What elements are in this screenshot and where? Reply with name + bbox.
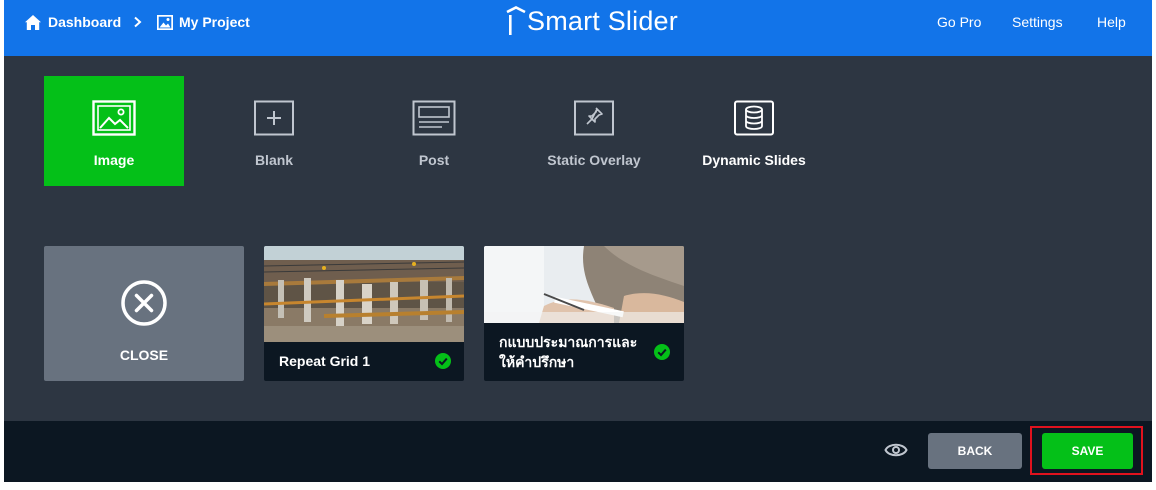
nav-help[interactable]: Help (1097, 12, 1126, 32)
logo-text: Smart Slider (527, 5, 678, 36)
save-button[interactable]: SAVE (1042, 433, 1133, 469)
slide-thumbnail (484, 246, 684, 323)
footer-bar: BACK SAVE (4, 421, 1152, 482)
breadcrumb-project[interactable]: My Project (157, 12, 250, 32)
slide-card-consulting[interactable]: กแบบประมาณการและให้คำปรึกษา (484, 246, 684, 381)
tab-post-label: Post (418, 152, 450, 168)
pin-icon (574, 100, 614, 136)
tab-dynamic-slides[interactable]: Dynamic Slides (684, 76, 824, 186)
slide-thumbnail (264, 246, 464, 342)
tab-static-overlay[interactable]: Static Overlay (524, 76, 664, 186)
breadcrumb-dashboard[interactable]: Dashboard (24, 12, 121, 32)
home-icon (25, 14, 41, 30)
tab-dynamic-slides-label: Dynamic Slides (702, 152, 806, 168)
close-card-label: CLOSE (119, 347, 169, 363)
image-icon (92, 100, 136, 136)
image-icon (157, 14, 173, 30)
tab-image-label: Image (93, 152, 135, 168)
nav-settings[interactable]: Settings (1012, 12, 1063, 32)
tab-image[interactable]: Image (44, 76, 184, 186)
slide-card-repeat-grid[interactable]: Repeat Grid 1 (264, 246, 464, 381)
top-bar: Dashboard My Project Smart Slider Go Pro… (4, 0, 1152, 56)
slide-title: กแบบประมาณการและให้คำปรึกษา (499, 334, 638, 370)
nav-go-pro[interactable]: Go Pro (937, 12, 981, 32)
tab-blank-label: Blank (254, 152, 294, 168)
database-icon (734, 100, 774, 136)
post-icon (412, 100, 456, 136)
close-circle-icon (121, 280, 167, 326)
tab-static-overlay-label: Static Overlay (547, 152, 641, 168)
breadcrumb-project-label: My Project (179, 14, 250, 30)
close-card[interactable]: CLOSE (44, 246, 244, 381)
tab-post[interactable]: Post (364, 76, 504, 186)
check-circle-icon (654, 344, 670, 360)
smart-slider-logo: Smart Slider (506, 4, 678, 38)
eye-icon[interactable] (884, 439, 908, 461)
tab-blank[interactable]: Blank (204, 76, 344, 186)
breadcrumb-dashboard-label: Dashboard (48, 14, 122, 30)
app-frame: Dashboard My Project Smart Slider Go Pro… (4, 0, 1152, 482)
chevron-right-icon (133, 12, 143, 32)
logo-mark-icon (506, 6, 526, 35)
check-circle-icon (435, 353, 451, 369)
slide-title: Repeat Grid 1 (279, 353, 371, 369)
back-button[interactable]: BACK (928, 433, 1022, 469)
plus-box-icon (254, 100, 294, 136)
